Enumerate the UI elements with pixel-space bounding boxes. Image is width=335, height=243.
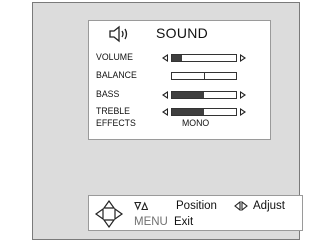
balance-slider-marker — [203, 73, 205, 79]
position-label: Position — [176, 200, 217, 212]
bass-slider[interactable] — [171, 91, 237, 99]
bass-slider-fill — [172, 92, 204, 98]
effects-value[interactable]: MONO — [182, 118, 209, 130]
volume-decrease-arrow-icon[interactable] — [162, 54, 168, 62]
treble-slider[interactable] — [171, 108, 237, 116]
volume-increase-arrow-icon[interactable] — [240, 54, 246, 62]
effects-row[interactable]: EFFECTS MONO — [89, 118, 270, 132]
menu-title-row: SOUND — [89, 21, 270, 49]
adjust-label: Adjust — [253, 200, 285, 212]
osd-screen: SOUND VOLUME BALANCE BASS TREBLE EFFECTS… — [32, 2, 303, 240]
volume-slider[interactable] — [171, 54, 237, 62]
volume-row[interactable]: VOLUME — [89, 52, 270, 66]
adjust-arrows-icon — [234, 201, 248, 211]
bass-increase-arrow-icon[interactable] — [240, 91, 246, 99]
help-panel: Position Adjust MENU Exit — [88, 195, 303, 231]
treble-decrease-arrow-icon[interactable] — [162, 108, 168, 116]
menu-title: SOUND — [156, 25, 209, 41]
treble-label: TREBLE — [96, 106, 131, 117]
volume-label: VOLUME — [96, 52, 133, 63]
bass-row[interactable]: BASS — [89, 89, 270, 103]
effects-label: EFFECTS — [96, 118, 136, 129]
dpad-icon — [94, 199, 124, 229]
balance-row[interactable]: BALANCE — [89, 70, 270, 84]
balance-label: BALANCE — [96, 70, 137, 81]
bass-decrease-arrow-icon[interactable] — [162, 91, 168, 99]
bass-label: BASS — [96, 89, 120, 100]
treble-increase-arrow-icon[interactable] — [240, 108, 246, 116]
menu-key-label: MENU — [134, 216, 168, 228]
speaker-icon — [109, 25, 128, 43]
balance-slider[interactable] — [171, 72, 237, 80]
sound-menu-panel: SOUND VOLUME BALANCE BASS TREBLE EFFECTS… — [88, 20, 271, 140]
treble-slider-fill — [172, 109, 204, 115]
volume-slider-fill — [172, 55, 182, 61]
position-arrows-icon — [134, 201, 148, 211]
exit-label: Exit — [174, 216, 194, 228]
